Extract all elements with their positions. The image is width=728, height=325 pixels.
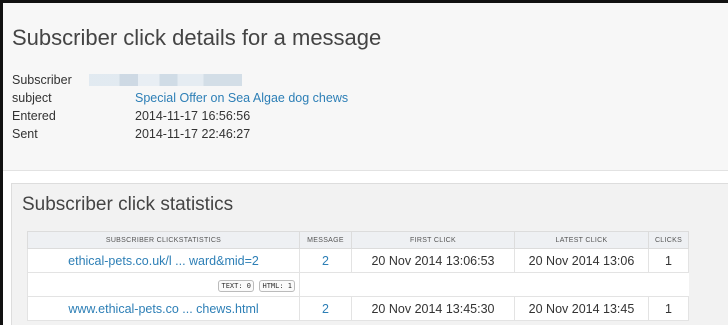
message-details-panel: Subscriber click details for a message S…: [3, 3, 728, 171]
entered-label: Entered: [12, 109, 56, 123]
entered-value: 2014-11-17 16:56:56: [135, 109, 251, 123]
subscriber-label: Subscriber: [12, 73, 72, 87]
message-id-link[interactable]: 2: [299, 296, 352, 321]
stats-title: Subscriber click statistics: [22, 194, 234, 215]
column-header-message: MESSAGE: [299, 231, 352, 249]
column-header-latest-click: LATEST CLICK: [514, 231, 649, 249]
window-border-left: [0, 0, 3, 325]
table-row: ethical-pets.co.uk/l ... ward&mid=2 2 20…: [27, 248, 689, 273]
text-count-badge: TEXT: 0: [218, 280, 254, 292]
clicks-cell: 1: [648, 248, 689, 273]
html-count-badge: HTML: 1: [259, 280, 295, 292]
first-click-cell: 20 Nov 2014 13:06:53: [351, 248, 515, 273]
table-row: www.ethical-pets.co ... chews.html 2 20 …: [27, 296, 689, 321]
column-header-clicks: CLICKS: [648, 231, 689, 249]
format-tags-cell: TEXT: 0 HTML: 1: [27, 272, 300, 297]
column-header-subscriber-clickstatistics: SUBSCRIBER CLICKSTATISTICS: [27, 231, 300, 249]
page-frame: Subscriber click details for a message S…: [0, 0, 728, 325]
click-statistics-panel: Subscriber click statistics SUBSCRIBER C…: [11, 183, 728, 325]
latest-click-cell: 20 Nov 2014 13:06: [514, 248, 649, 273]
page-title: Subscriber click details for a message: [12, 25, 382, 50]
table-row-tags: TEXT: 0 HTML: 1: [27, 272, 689, 297]
sent-value: 2014-11-17 22:46:27: [135, 127, 251, 141]
table-header-row: SUBSCRIBER CLICKSTATISTICS MESSAGE FIRST…: [27, 231, 689, 249]
sent-label: Sent: [12, 127, 38, 141]
latest-click-cell: 20 Nov 2014 13:45: [514, 296, 649, 321]
column-header-first-click: FIRST CLICK: [351, 231, 515, 249]
subscriber-email-redacted: [89, 74, 242, 86]
clicks-cell: 1: [648, 296, 689, 321]
empty-cell: [300, 273, 352, 297]
first-click-cell: 20 Nov 2014 13:45:30: [351, 296, 515, 321]
window-border-top: [0, 0, 728, 3]
empty-cell: [649, 273, 689, 297]
click-statistics-table: SUBSCRIBER CLICKSTATISTICS MESSAGE FIRST…: [27, 231, 689, 321]
click-url-link[interactable]: www.ethical-pets.co ... chews.html: [27, 296, 300, 321]
subject-label: subject: [12, 91, 52, 105]
click-url-link[interactable]: ethical-pets.co.uk/l ... ward&mid=2: [27, 248, 300, 273]
message-id-link[interactable]: 2: [299, 248, 352, 273]
empty-cell: [352, 273, 515, 297]
empty-cell: [515, 273, 649, 297]
subject-link[interactable]: Special Offer on Sea Algae dog chews: [135, 89, 348, 107]
